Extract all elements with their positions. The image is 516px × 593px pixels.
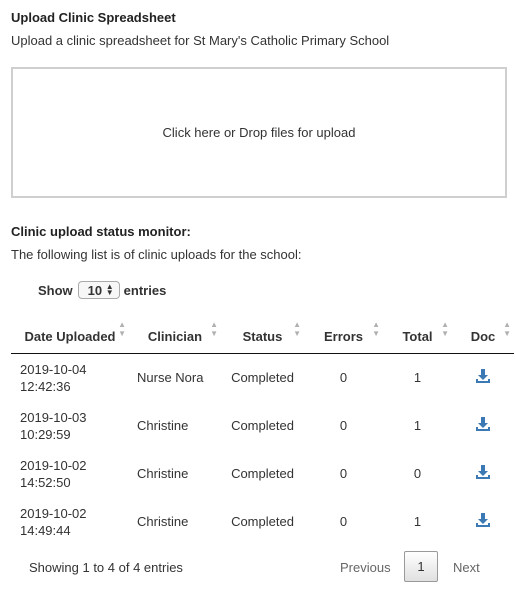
cell-date: 2019-10-02 14:52:50	[20, 457, 87, 490]
download-icon[interactable]	[476, 513, 490, 530]
cell-clinician: Christine	[137, 418, 189, 433]
entries-length-control: Show 10 ▲ ▼ entries	[38, 281, 166, 299]
cell-total: 1	[413, 418, 422, 433]
download-icon[interactable]	[476, 369, 490, 386]
cell-errors: 0	[339, 514, 348, 529]
column-header-doc[interactable]: Doc ▲ ▼	[452, 315, 514, 354]
cell-doc	[452, 450, 514, 498]
cell-clinician: Christine	[137, 514, 189, 529]
cell-date: 2019-10-04 12:42:36	[20, 361, 87, 394]
cell-clinician: Nurse Nora	[137, 370, 204, 385]
cell-errors: 0	[339, 418, 348, 433]
sort-icon: ▲ ▼	[503, 320, 511, 338]
table-row: 2019-10-02 14:52:50 Christine Completed 0…	[11, 450, 514, 498]
cell-errors: 0	[339, 370, 348, 385]
sort-icon: ▲ ▼	[372, 320, 380, 338]
sort-icon: ▲ ▼	[441, 320, 449, 338]
pagination-page-1[interactable]: 1	[404, 551, 438, 582]
upload-subtitle: Upload a clinic spreadsheet for St Mary'…	[11, 33, 390, 48]
table-row: 2019-10-04 12:42:36 Nurse Nora Completed …	[11, 353, 514, 402]
cell-status: Completed	[231, 514, 294, 529]
column-header-clinician[interactable]: Clinician ▲ ▼	[129, 315, 221, 354]
column-header-errors[interactable]: Errors ▲ ▼	[304, 315, 383, 354]
column-header-total[interactable]: Total ▲ ▼	[383, 315, 452, 354]
cell-status: Completed	[231, 466, 294, 481]
download-icon[interactable]	[476, 417, 490, 434]
dropzone-label: Click here or Drop files for upload	[162, 125, 356, 140]
cell-status: Completed	[231, 418, 294, 433]
cell-total: 0	[413, 466, 422, 481]
table-row: 2019-10-03 10:29:59 Christine Completed 0…	[11, 402, 514, 450]
cell-errors: 0	[339, 466, 348, 481]
length-prefix: Show	[38, 282, 73, 298]
table-row: 2019-10-02 14:49:44 Christine Completed 0…	[11, 498, 514, 546]
sort-icon: ▲ ▼	[293, 320, 301, 338]
cell-date: 2019-10-02 14:49:44	[20, 505, 87, 538]
monitor-subtitle: The following list is of clinic uploads …	[11, 247, 302, 262]
cell-doc	[452, 402, 514, 450]
cell-status: Completed	[231, 370, 294, 385]
cell-doc	[452, 498, 514, 546]
cell-clinician: Christine	[137, 466, 189, 481]
sort-icon: ▲ ▼	[210, 320, 218, 338]
cell-doc	[452, 353, 514, 402]
column-header-date[interactable]: Date Uploaded ▲ ▼	[11, 315, 129, 354]
upload-title: Upload Clinic Spreadsheet	[11, 10, 176, 25]
cell-total: 1	[413, 514, 422, 529]
length-suffix: entries	[123, 282, 167, 298]
cell-date: 2019-10-03 10:29:59	[20, 409, 87, 442]
uploads-table: Date Uploaded ▲ ▼ Clinician ▲ ▼ Status ▲ ▼ Err…	[11, 315, 514, 546]
entries-select-value: 10	[87, 282, 103, 298]
pagination-previous[interactable]: Previous	[340, 560, 391, 575]
column-header-status[interactable]: Status ▲ ▼	[221, 315, 304, 354]
entries-select[interactable]: 10 ▲ ▼	[77, 281, 120, 299]
sort-icon: ▲ ▼	[118, 320, 126, 338]
cell-total: 1	[413, 370, 422, 385]
upload-dropzone[interactable]: Click here or Drop files for upload	[11, 67, 507, 198]
pagination-next[interactable]: Next	[453, 560, 480, 575]
download-icon[interactable]	[476, 465, 490, 482]
select-arrows-icon: ▲ ▼	[105, 282, 114, 297]
table-header-row: Date Uploaded ▲ ▼ Clinician ▲ ▼ Status ▲ ▼ Err…	[11, 315, 514, 354]
table-info: Showing 1 to 4 of 4 entries	[29, 560, 183, 575]
monitor-title: Clinic upload status monitor:	[11, 224, 191, 239]
